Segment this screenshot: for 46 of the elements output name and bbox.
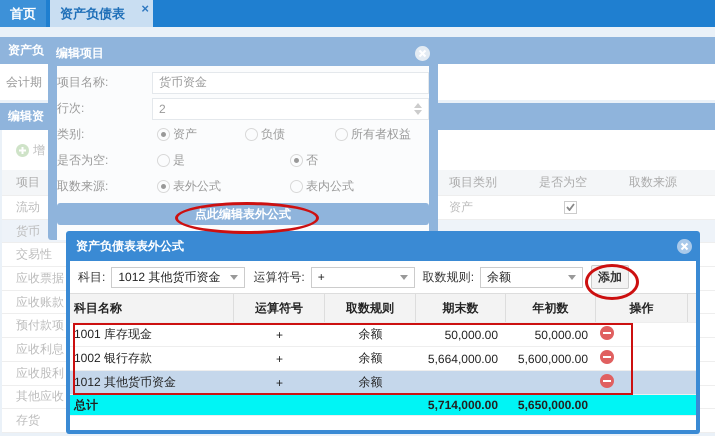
column-header: 是否为空 — [539, 174, 587, 191]
dialog-title: 编辑项目 — [56, 44, 104, 62]
table-cell: 余额 — [358, 351, 382, 365]
column-header: 运算符号 — [234, 294, 325, 322]
total-value: 5,650,000.00 — [518, 398, 588, 412]
table-cell: 存货 — [16, 412, 40, 430]
table-cell: 货币 — [16, 222, 40, 240]
table-cell: 1001 库存现金 — [74, 327, 152, 341]
column-header: 年初数 — [506, 294, 596, 322]
table-cell: 应收利息 — [16, 340, 64, 358]
table-cell: + — [276, 376, 283, 390]
table-cell: 余额 — [358, 327, 382, 341]
total-value: 5,714,000.00 — [428, 398, 498, 412]
table-cell: 应收账款 — [16, 294, 64, 311]
column-header: 项目类别 — [449, 174, 497, 191]
table-cell: 资产 — [449, 198, 473, 216]
field-label: 项目名称: — [57, 74, 110, 91]
column-header: 期末数 — [416, 294, 506, 322]
filter-label: 取数规则: — [422, 268, 474, 286]
field-label: 行次: — [57, 100, 86, 117]
table-cell: 5,600,000.00 — [518, 352, 588, 366]
field-label: 是否为空: — [57, 152, 110, 169]
table-cell: 余额 — [358, 375, 382, 389]
table-cell: 交易性 — [16, 246, 52, 264]
table-cell: + — [276, 328, 283, 342]
table-cell: 应收票据 — [16, 270, 64, 287]
table-cell: 其他应收 — [16, 388, 64, 406]
period-label: 会计期 — [6, 74, 42, 90]
table-cell: 预付款项 — [16, 317, 64, 334]
table-cell: 应收股利 — [16, 364, 64, 382]
dialog-title: 资产负债表表外公式 — [76, 238, 184, 254]
table-cell: 5,664,000.00 — [428, 352, 498, 366]
total-label: 总计 — [74, 398, 98, 412]
column-header: 项目 — [16, 174, 40, 191]
field-label: 取数来源: — [57, 178, 110, 195]
column-header: 取数来源 — [629, 174, 677, 191]
filter-label: 科目: — [78, 268, 106, 286]
column-header: 科目名称 — [70, 294, 234, 322]
table-cell: + — [276, 352, 283, 366]
table-cell: 50,000.00 — [534, 328, 588, 342]
column-header: 取数规则 — [325, 294, 416, 322]
table-cell: 1002 银行存款 — [74, 351, 152, 365]
table-cell: 1012 其他货币资金 — [74, 375, 176, 389]
table-cell: 50,000.00 — [444, 328, 498, 342]
table-cell: 流动 — [16, 198, 40, 216]
filter-label: 运算符号: — [253, 268, 305, 286]
